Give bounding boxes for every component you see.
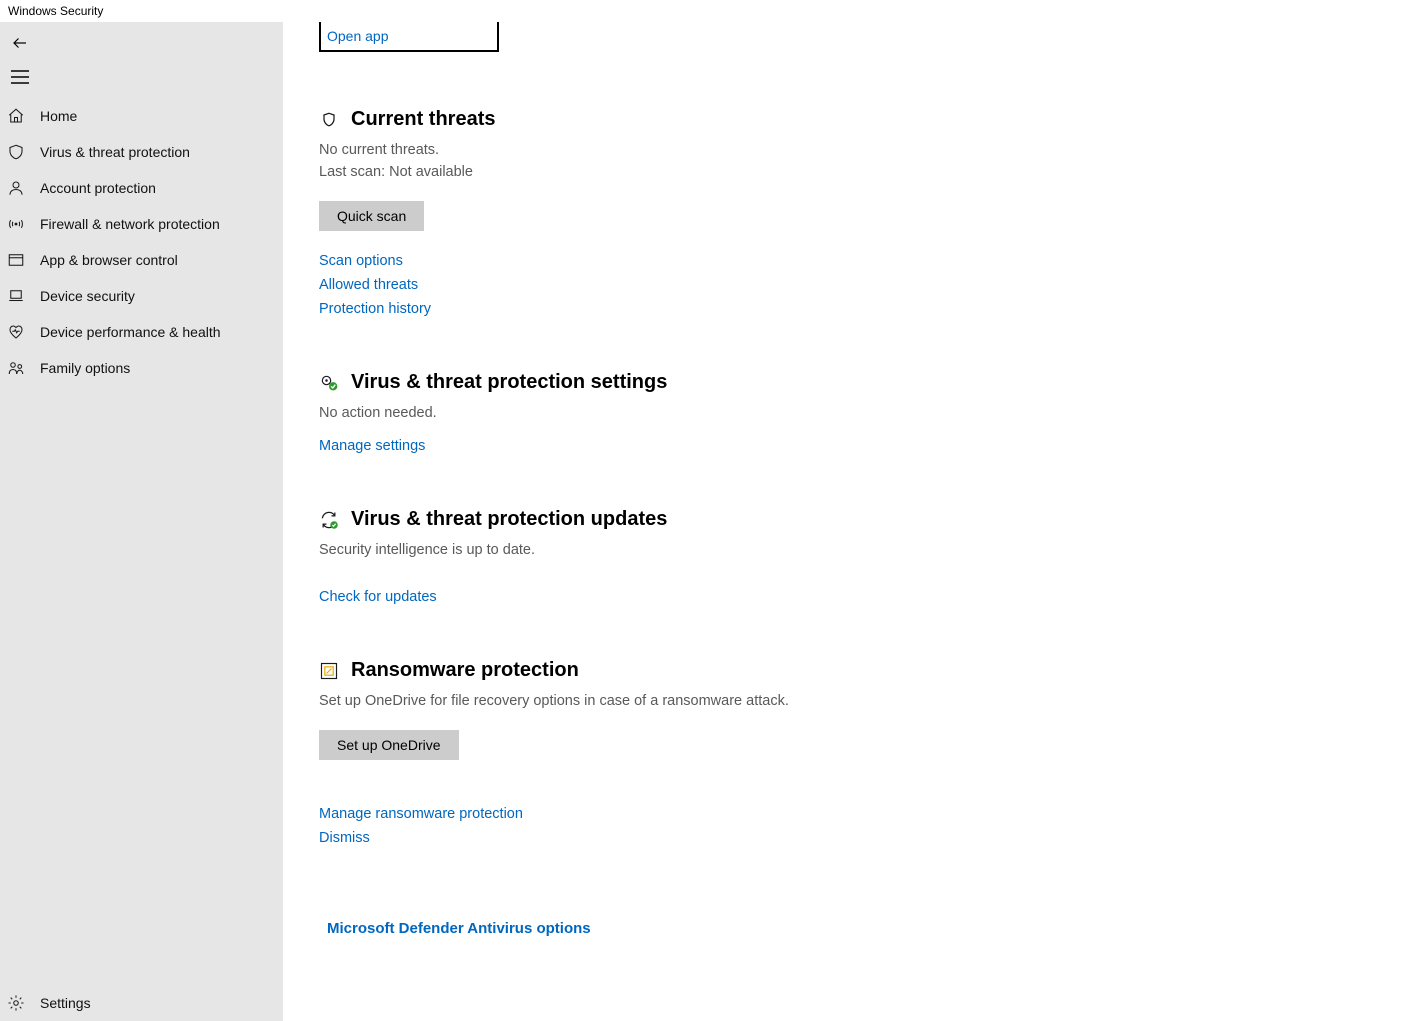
last-scan-text: Last scan: Not available xyxy=(319,161,1163,183)
quick-scan-button[interactable]: Quick scan xyxy=(319,201,424,231)
sidebar-item-label: Virus & threat protection xyxy=(40,144,190,160)
manage-ransomware-link[interactable]: Manage ransomware protection xyxy=(319,806,1163,822)
defender-options-expander[interactable]: Microsoft Defender Antivirus options xyxy=(327,920,1163,937)
sidebar-item-label: Device performance & health xyxy=(40,324,221,340)
dismiss-link[interactable]: Dismiss xyxy=(319,830,1163,846)
sidebar-item-app-browser[interactable]: App & browser control xyxy=(0,242,283,278)
allowed-threats-link[interactable]: Allowed threats xyxy=(319,277,1163,293)
sidebar-item-performance[interactable]: Device performance & health xyxy=(0,314,283,350)
arrow-left-icon xyxy=(11,34,29,52)
sidebar: Home Virus & threat protection Account p… xyxy=(0,22,283,1021)
ransomware-icon xyxy=(319,661,339,681)
sidebar-item-home[interactable]: Home xyxy=(0,98,283,134)
sidebar-item-label: Firewall & network protection xyxy=(40,216,220,232)
sidebar-item-virus-threat[interactable]: Virus & threat protection xyxy=(0,134,283,170)
broadcast-icon xyxy=(6,214,26,234)
family-icon xyxy=(6,358,26,378)
check-updates-link[interactable]: Check for updates xyxy=(319,589,1163,605)
back-button[interactable] xyxy=(0,26,40,60)
sidebar-item-family[interactable]: Family options xyxy=(0,350,283,386)
setup-onedrive-button[interactable]: Set up OneDrive xyxy=(319,730,459,760)
no-threats-text: No current threats. xyxy=(319,139,1163,161)
current-threats-section: Current threats No current threats. Last… xyxy=(319,108,1163,317)
shield-icon xyxy=(6,142,26,162)
settings-check-icon xyxy=(319,373,339,393)
manage-settings-link[interactable]: Manage settings xyxy=(319,438,1163,454)
sidebar-item-label: Account protection xyxy=(40,180,156,196)
heart-icon xyxy=(6,322,26,342)
ransomware-section: Ransomware protection Set up OneDrive fo… xyxy=(319,659,1163,846)
window-icon xyxy=(6,250,26,270)
open-app-button[interactable]: Open app xyxy=(319,22,499,52)
section-heading: Virus & threat protection updates xyxy=(351,508,667,531)
section-heading: Virus & threat protection settings xyxy=(351,371,667,394)
scan-options-link[interactable]: Scan options xyxy=(319,253,1163,269)
section-heading: Current threats xyxy=(351,108,495,131)
sidebar-item-device-security[interactable]: Device security xyxy=(0,278,283,314)
home-icon xyxy=(6,106,26,126)
hamburger-icon xyxy=(11,70,29,84)
section-heading: Ransomware protection xyxy=(351,659,579,682)
person-icon xyxy=(6,178,26,198)
update-check-icon xyxy=(319,510,339,530)
settings-status-text: No action needed. xyxy=(319,402,1163,424)
sidebar-item-label: Home xyxy=(40,108,77,124)
main-content: Open app Current threats No current thre… xyxy=(283,22,1427,1021)
sidebar-item-account[interactable]: Account protection xyxy=(0,170,283,206)
protection-updates-section: Virus & threat protection updates Securi… xyxy=(319,508,1163,605)
laptop-icon xyxy=(6,286,26,306)
ransomware-desc-text: Set up OneDrive for file recovery option… xyxy=(319,690,1163,712)
sidebar-item-label: Family options xyxy=(40,360,130,376)
title-bar: Windows Security xyxy=(0,0,1427,22)
window-title: Windows Security xyxy=(8,4,103,18)
protection-history-link[interactable]: Protection history xyxy=(319,301,1163,317)
protection-settings-section: Virus & threat protection settings No ac… xyxy=(319,371,1163,454)
sidebar-item-firewall[interactable]: Firewall & network protection xyxy=(0,206,283,242)
sidebar-item-label: Settings xyxy=(40,995,91,1011)
sidebar-item-label: Device security xyxy=(40,288,135,304)
gear-icon xyxy=(6,993,26,1013)
updates-status-text: Security intelligence is up to date. xyxy=(319,539,1163,561)
sidebar-item-label: App & browser control xyxy=(40,252,178,268)
threat-history-icon xyxy=(319,110,339,130)
hamburger-button[interactable] xyxy=(0,60,40,94)
open-app-label: Open app xyxy=(327,28,389,44)
sidebar-item-settings[interactable]: Settings xyxy=(0,985,283,1021)
